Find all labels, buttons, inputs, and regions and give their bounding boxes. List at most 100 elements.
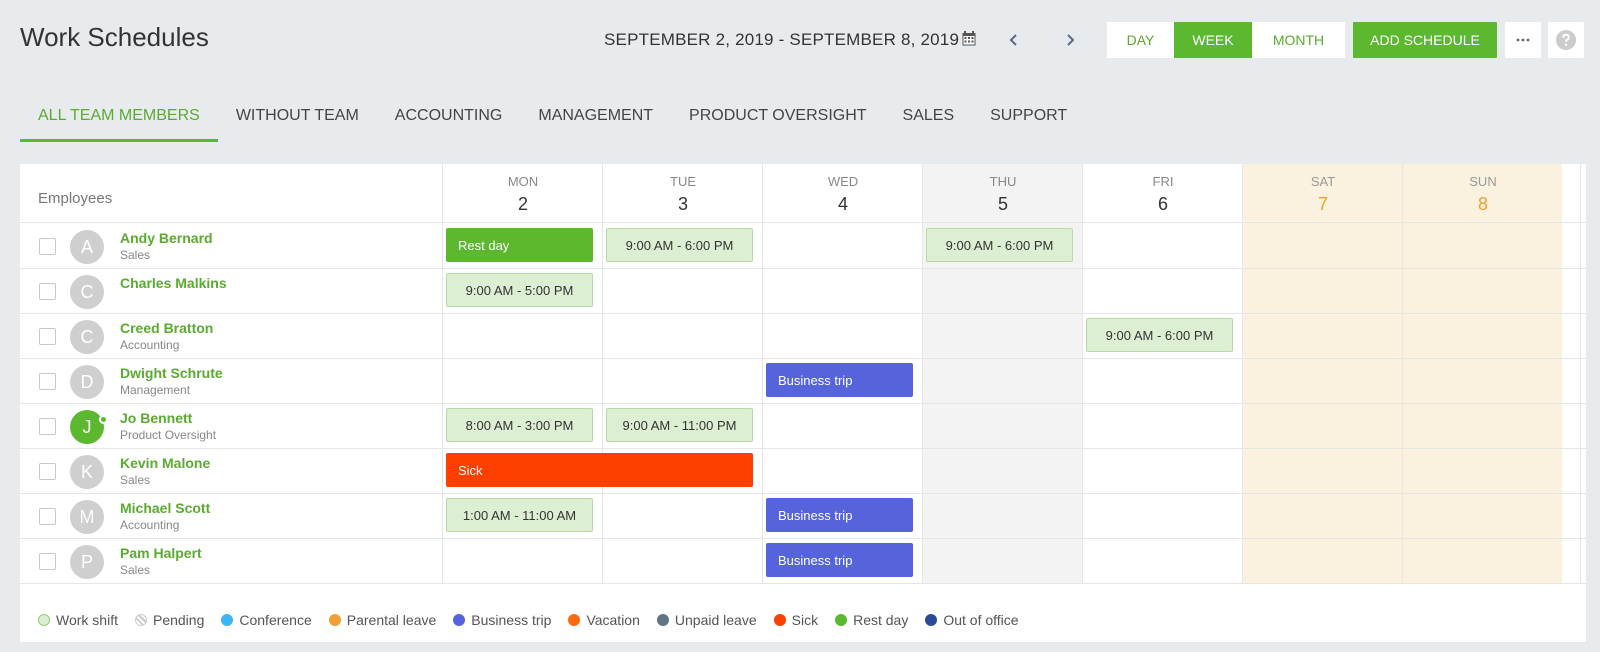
more-icon (1516, 38, 1530, 42)
legend-label: Sick (791, 612, 819, 628)
table-row: A Andy Bernard Sales Rest day 9:00 AM - … (20, 224, 1586, 269)
tab-product-oversight[interactable]: PRODUCT OVERSIGHT (671, 90, 885, 142)
business-trip-dot-icon (453, 614, 466, 626)
tab-sales[interactable]: SALES (885, 90, 973, 142)
row-checkbox[interactable] (39, 328, 56, 345)
employee-team: Accounting (120, 518, 180, 532)
business-trip-event[interactable]: Business trip (766, 498, 913, 532)
employees-column-label: Employees (38, 190, 113, 207)
legend-item-sick: Sick (773, 612, 819, 628)
employee-team: Product Oversight (120, 428, 217, 442)
employee-team: Sales (120, 473, 151, 487)
row-checkbox[interactable] (39, 418, 56, 435)
chevron-left-icon[interactable] (1003, 28, 1023, 52)
add-schedule-button[interactable]: ADD SCHEDULE (1353, 22, 1497, 58)
legend-item-pending: Pending (134, 612, 205, 628)
date-range-label[interactable]: SEPTEMBER 2, 2019 - SEPTEMBER 8, 2019 (604, 30, 959, 50)
work-shift-event[interactable]: 8:00 AM - 3:00 PM (446, 408, 593, 442)
row-checkbox[interactable] (39, 508, 56, 525)
legend-label: Out of office (943, 612, 1019, 628)
business-trip-event[interactable]: Business trip (766, 363, 913, 397)
rest-day-event[interactable]: Rest day (446, 228, 593, 262)
tab-accounting[interactable]: ACCOUNTING (377, 90, 521, 142)
work-shift-event[interactable]: 1:00 AM - 11:00 AM (446, 498, 593, 532)
tab-all-team-members[interactable]: ALL TEAM MEMBERS (20, 90, 218, 142)
avatar: J (70, 410, 104, 444)
legend: Work shift Pending Conference Parental l… (38, 610, 1036, 630)
employee-name[interactable]: Kevin Malone (120, 455, 210, 471)
legend-label: Parental leave (346, 612, 437, 628)
rest-day-dot-icon (835, 614, 848, 626)
conference-dot-icon (221, 614, 234, 626)
legend-label: Unpaid leave (674, 612, 757, 628)
legend-item-vacation: Vacation (568, 612, 640, 628)
legend-label: Rest day (853, 612, 909, 628)
employee-cell: A Andy Bernard Sales (20, 224, 442, 268)
avatar: C (70, 275, 104, 309)
employee-cell: C Creed Bratton Accounting (20, 314, 442, 358)
table-row: P Pam Halpert Sales Business trip (20, 539, 1586, 584)
legend-item-parental-leave: Parental leave (328, 612, 437, 628)
sick-event[interactable]: Sick (446, 453, 753, 487)
tab-management[interactable]: MANAGEMENT (520, 90, 671, 142)
legend-item-unpaid-leave: Unpaid leave (656, 612, 757, 628)
employee-name[interactable]: Dwight Schrute (120, 365, 223, 381)
legend-label: Pending (152, 612, 205, 628)
legend-label: Business trip (471, 612, 552, 628)
avatar: D (70, 365, 104, 399)
team-tabs: ALL TEAM MEMBERS WITHOUT TEAM ACCOUNTING… (20, 90, 1085, 142)
unpaid-leave-dot-icon (656, 614, 669, 626)
employee-name[interactable]: Michael Scott (120, 500, 210, 516)
business-trip-event[interactable]: Business trip (766, 543, 913, 577)
help-icon (1556, 30, 1576, 50)
employee-name[interactable]: Andy Bernard (120, 230, 213, 246)
employee-cell: C Charles Malkins (20, 269, 442, 313)
work-shift-event[interactable]: 9:00 AM - 6:00 PM (1086, 318, 1233, 352)
avatar: C (70, 320, 104, 354)
employee-name[interactable]: Jo Bennett (120, 410, 192, 426)
pending-dot-icon (134, 614, 147, 626)
employee-name[interactable]: Charles Malkins (120, 275, 227, 291)
work-shift-event[interactable]: 9:00 AM - 6:00 PM (926, 228, 1073, 262)
table-row: D Dwight Schrute Management Business tri… (20, 359, 1586, 404)
employee-team: Sales (120, 563, 151, 577)
row-checkbox[interactable] (39, 283, 56, 300)
table-row: K Kevin Malone Sales Sick (20, 449, 1586, 494)
legend-item-rest-day: Rest day (835, 612, 908, 628)
work-shift-event[interactable]: 9:00 AM - 5:00 PM (446, 273, 593, 307)
week-view-button[interactable]: WEEK (1174, 22, 1252, 58)
work-shift-event[interactable]: 9:00 AM - 11:00 PM (606, 408, 753, 442)
legend-item-out-of-office: Out of office (925, 612, 1019, 628)
legend-item-work-shift: Work shift (38, 612, 118, 628)
legend-label: Vacation (586, 612, 640, 628)
table-row: J Jo Bennett Product Oversight 8:00 AM -… (20, 404, 1586, 449)
more-options-button[interactable] (1505, 22, 1541, 58)
month-view-button[interactable]: MONTH (1252, 22, 1345, 58)
view-switcher: DAY WEEK MONTH (1107, 22, 1345, 58)
tab-without-team[interactable]: WITHOUT TEAM (218, 90, 377, 142)
employee-name[interactable]: Creed Bratton (120, 320, 213, 336)
employee-cell: K Kevin Malone Sales (20, 449, 442, 493)
avatar: A (70, 230, 104, 264)
legend-label: Conference (239, 612, 312, 628)
row-checkbox[interactable] (39, 553, 56, 570)
page-title: Work Schedules (20, 22, 209, 52)
row-checkbox[interactable] (39, 238, 56, 255)
calendar-icon[interactable] (962, 31, 976, 46)
tab-support[interactable]: SUPPORT (972, 90, 1085, 142)
employee-name[interactable]: Pam Halpert (120, 545, 202, 561)
employee-team: Accounting (120, 338, 180, 352)
row-checkbox[interactable] (39, 463, 56, 480)
avatar: M (70, 500, 104, 534)
employee-team: Sales (120, 248, 151, 262)
vacation-dot-icon (568, 614, 581, 626)
employee-team: Management (120, 383, 191, 397)
row-checkbox[interactable] (39, 373, 56, 390)
chevron-right-icon[interactable] (1061, 28, 1081, 52)
day-view-button[interactable]: DAY (1107, 22, 1174, 58)
legend-item-conference: Conference (221, 612, 312, 628)
work-shift-event[interactable]: 9:00 AM - 6:00 PM (606, 228, 753, 262)
help-button[interactable] (1548, 22, 1584, 58)
avatar: P (70, 545, 104, 579)
legend-label: Work shift (56, 612, 118, 628)
